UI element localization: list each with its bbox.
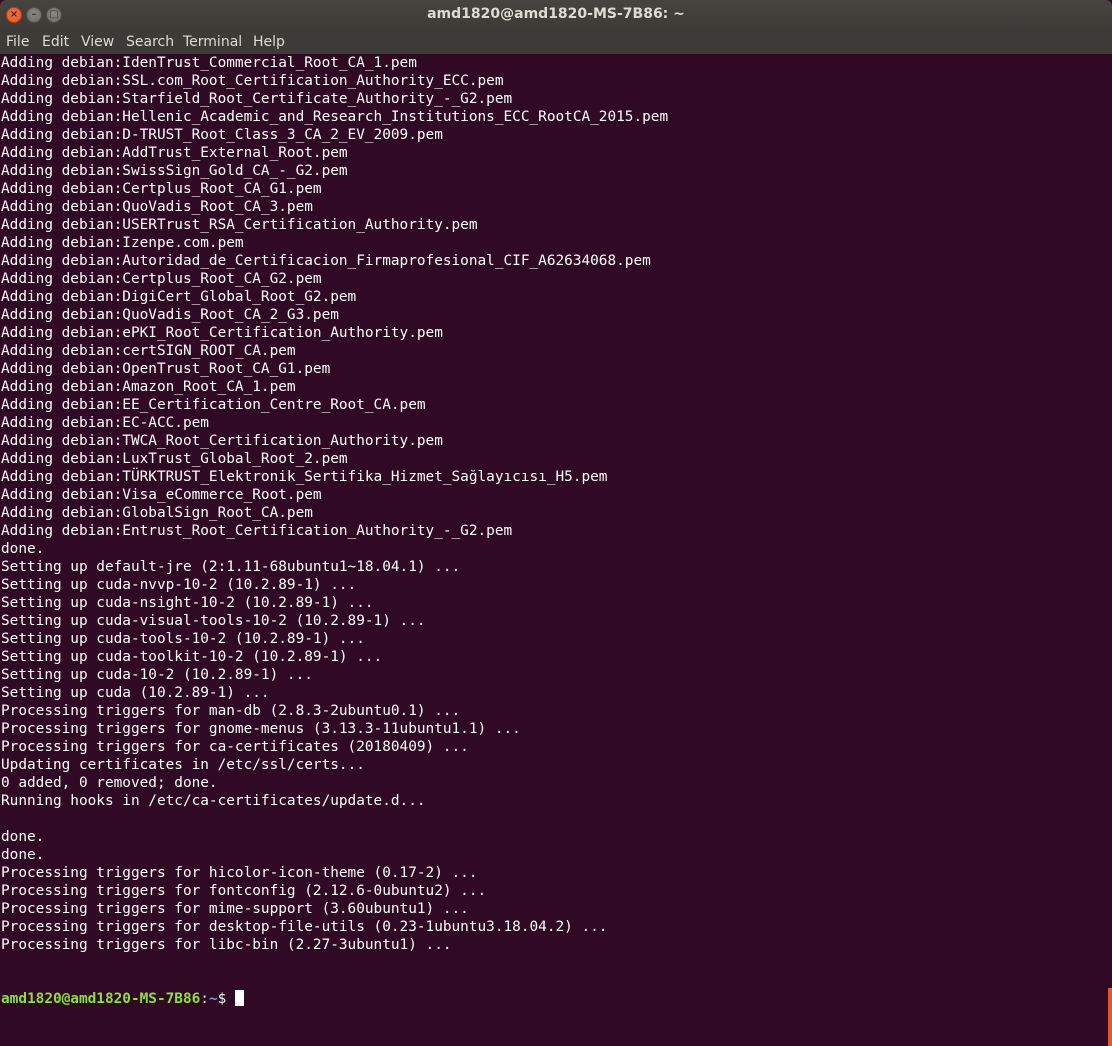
output-line: Adding debian:ePKI_Root_Certification_Au… xyxy=(1,325,443,341)
menu-edit[interactable]: Edit xyxy=(42,34,69,50)
output-line: Setting up default-jre (2:1.11-68ubuntu1… xyxy=(1,559,461,575)
prompt-symbol: $ xyxy=(217,991,235,1007)
menu-view[interactable]: View xyxy=(81,34,114,50)
output-line: Adding debian:Amazon_Root_CA_1.pem xyxy=(1,379,296,395)
terminal-window: × – □ amd1820@amd1820-MS-7B86: ~ File Ed… xyxy=(0,0,1112,1046)
title-bar[interactable]: × – □ amd1820@amd1820-MS-7B86: ~ xyxy=(0,0,1112,30)
output-line: Setting up cuda-10-2 (10.2.89-1) ... xyxy=(1,667,313,683)
prompt-line[interactable]: amd1820@amd1820-MS-7B86:~$ xyxy=(1,990,668,1008)
output-line: Adding debian:Certplus_Root_CA_G2.pem xyxy=(1,271,322,287)
text-cursor xyxy=(234,990,244,1006)
output-line: Adding debian:GlobalSign_Root_CA.pem xyxy=(1,505,313,521)
output-line: done. xyxy=(1,541,45,557)
menu-bar: File Edit View Search Terminal Help xyxy=(0,30,1112,54)
window-title: amd1820@amd1820-MS-7B86: ~ xyxy=(427,6,685,22)
output-line: Setting up cuda-nsight-10-2 (10.2.89-1) … xyxy=(1,595,374,611)
output-line: Adding debian:SSL.com_Root_Certification… xyxy=(1,73,504,89)
output-line: Adding debian:SwissSign_Gold_CA_-_G2.pem xyxy=(1,163,348,179)
output-line: done. xyxy=(1,829,45,845)
output-line: Adding debian:AddTrust_External_Root.pem xyxy=(1,145,348,161)
output-line: Processing triggers for hicolor-icon-the… xyxy=(1,865,478,881)
output-line: Adding debian:certSIGN_ROOT_CA.pem xyxy=(1,343,296,359)
output-line: Setting up cuda-visual-tools-10-2 (10.2.… xyxy=(1,613,426,629)
output-lines: Adding debian:Starfield_Class_2_CA.pemAd… xyxy=(1,54,668,1044)
output-line: Adding debian:LuxTrust_Global_Root_2.pem xyxy=(1,451,348,467)
output-line: Processing triggers for gnome-menus (3.1… xyxy=(1,721,521,737)
menu-search[interactable]: Search xyxy=(126,34,174,50)
output-line: Adding debian:EC-ACC.pem xyxy=(1,415,209,431)
output-line: Setting up cuda-toolkit-10-2 (10.2.89-1)… xyxy=(1,649,383,665)
output-line: Adding debian:TÜRKTRUST_Elektronik_Serti… xyxy=(1,469,608,485)
output-line: Adding debian:Starfield_Root_Certificate… xyxy=(1,91,513,107)
output-line: 0 added, 0 removed; done. xyxy=(1,775,218,791)
output-line: Adding debian:OpenTrust_Root_CA_G1.pem xyxy=(1,361,331,377)
output-line: Setting up cuda-nvvp-10-2 (10.2.89-1) ..… xyxy=(1,577,357,593)
menu-file[interactable]: File xyxy=(6,34,29,50)
output-line: Setting up cuda-tools-10-2 (10.2.89-1) .… xyxy=(1,631,365,647)
terminal-output[interactable]: Adding debian:Starfield_Class_2_CA.pemAd… xyxy=(0,54,1106,1046)
output-line: Processing triggers for ca-certificates … xyxy=(1,739,469,755)
output-line: Adding debian:Visa_eCommerce_Root.pem xyxy=(1,487,322,503)
output-line: Setting up cuda (10.2.89-1) ... xyxy=(1,685,270,701)
menu-terminal[interactable]: Terminal xyxy=(183,34,242,50)
output-line: Adding debian:Certplus_Root_CA_G1.pem xyxy=(1,181,322,197)
prompt-path: ~ xyxy=(208,991,218,1007)
output-line: done. xyxy=(1,847,45,863)
output-line: Processing triggers for mime-support (3.… xyxy=(1,901,469,917)
scrollbar[interactable] xyxy=(1106,54,1112,1046)
output-line: Adding debian:Hellenic_Academic_and_Rese… xyxy=(1,109,669,125)
output-line: Processing triggers for man-db (2.8.3-2u… xyxy=(1,703,461,719)
output-line: Processing triggers for desktop-file-uti… xyxy=(1,919,608,935)
output-line: Adding debian:DigiCert_Global_Root_G2.pe… xyxy=(1,289,357,305)
output-line: Adding debian:D-TRUST_Root_Class_3_CA_2_… xyxy=(1,127,443,143)
menu-help[interactable]: Help xyxy=(253,34,285,50)
output-line: Adding debian:USERTrust_RSA_Certificatio… xyxy=(1,217,478,233)
prompt-user-host: amd1820@amd1820-MS-7B86 xyxy=(1,991,201,1007)
output-line: Adding debian:TWCA_Root_Certification_Au… xyxy=(1,433,443,449)
scrollbar-thumb[interactable] xyxy=(1108,988,1112,1046)
output-line: Processing triggers for libc-bin (2.27-3… xyxy=(1,937,452,953)
output-line: Adding debian:QuoVadis_Root_CA_3.pem xyxy=(1,199,313,215)
output-line: Adding debian:Entrust_Root_Certification… xyxy=(1,523,513,539)
output-line: Adding debian:QuoVadis_Root_CA_2_G3.pem xyxy=(1,307,339,323)
output-line: Updating certificates in /etc/ssl/certs.… xyxy=(1,757,365,773)
output-line: Adding debian:Autoridad_de_Certificacion… xyxy=(1,253,651,269)
output-line: Running hooks in /etc/ca-certificates/up… xyxy=(1,793,426,809)
output-line: Processing triggers for fontconfig (2.12… xyxy=(1,883,487,899)
output-line: Adding debian:Izenpe.com.pem xyxy=(1,235,244,251)
output-line: Adding debian:IdenTrust_Commercial_Root_… xyxy=(1,55,417,71)
output-line: Adding debian:EE_Certification_Centre_Ro… xyxy=(1,397,426,413)
prompt-separator: : xyxy=(200,991,209,1007)
